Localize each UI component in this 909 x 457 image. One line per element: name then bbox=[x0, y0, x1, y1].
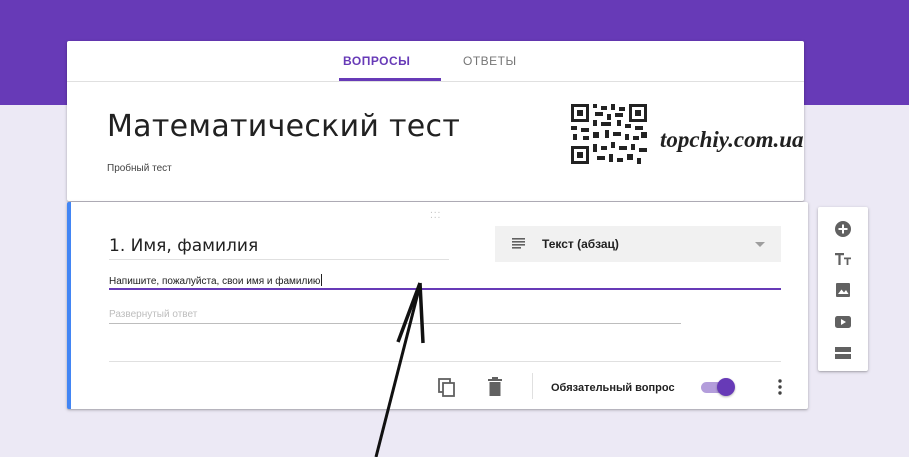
tab-bar: ВОПРОСЫ ОТВЕТЫ bbox=[67, 41, 804, 82]
paragraph-icon bbox=[512, 238, 525, 249]
tab-questions[interactable]: ВОПРОСЫ bbox=[343, 54, 410, 68]
question-title-underline bbox=[109, 259, 449, 260]
add-image-icon[interactable] bbox=[833, 280, 853, 300]
question-description-text: Напишите, пожалуйста, свои имя и фамилию bbox=[109, 276, 321, 287]
answer-placeholder: Развернутый ответ bbox=[109, 309, 198, 320]
footer-vertical-divider bbox=[532, 373, 533, 399]
question-description-input[interactable]: Напишите, пожалуйста, свои имя и фамилию bbox=[109, 274, 323, 287]
tab-answers[interactable]: ОТВЕТЫ bbox=[463, 54, 517, 68]
form-title[interactable]: Математический тест bbox=[107, 109, 460, 144]
add-question-icon[interactable] bbox=[833, 219, 853, 239]
active-tab-indicator bbox=[339, 78, 441, 81]
add-section-icon[interactable] bbox=[833, 343, 853, 363]
duplicate-icon[interactable] bbox=[437, 377, 457, 397]
question-title[interactable]: 1. Имя, фамилия bbox=[109, 236, 258, 256]
form-description[interactable]: Пробный тест bbox=[107, 163, 172, 174]
delete-icon[interactable] bbox=[487, 377, 503, 397]
question-card[interactable]: ∙∙∙ ∙∙∙ 1. Имя, фамилия Текст (абзац) Нап… bbox=[67, 202, 808, 409]
add-title-icon[interactable] bbox=[833, 249, 853, 269]
footer-divider bbox=[109, 361, 781, 362]
watermark-text: topchiy.com.ua bbox=[660, 127, 804, 152]
description-focus-underline bbox=[109, 288, 781, 290]
answer-underline bbox=[109, 323, 681, 324]
qr-code-icon bbox=[571, 104, 647, 164]
text-cursor bbox=[321, 274, 323, 286]
required-label: Обязательный вопрос bbox=[551, 382, 675, 394]
add-video-icon[interactable] bbox=[833, 312, 853, 332]
toggle-thumb bbox=[717, 378, 735, 396]
side-toolbar bbox=[818, 207, 868, 371]
form-header-card: ВОПРОСЫ ОТВЕТЫ Математический тест Пробн… bbox=[67, 41, 804, 201]
required-toggle[interactable] bbox=[697, 378, 737, 396]
drag-handle-icon[interactable]: ∙∙∙ ∙∙∙ bbox=[430, 208, 441, 223]
more-vert-icon[interactable] bbox=[778, 379, 782, 395]
question-type-label: Текст (абзац) bbox=[542, 237, 619, 251]
dropdown-arrow-icon bbox=[755, 242, 765, 247]
question-type-select[interactable]: Текст (абзац) bbox=[495, 226, 781, 262]
